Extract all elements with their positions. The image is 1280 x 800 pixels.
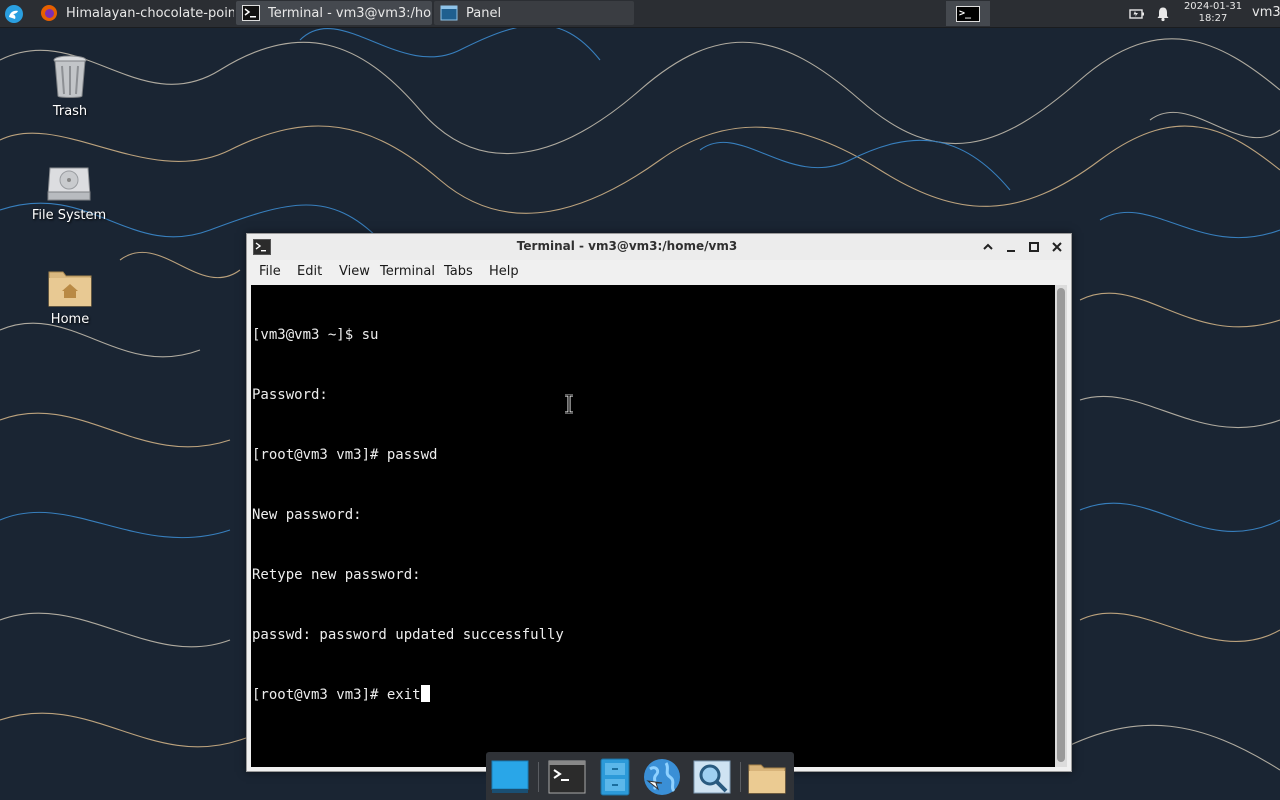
dock xyxy=(486,752,794,800)
terminal-prompt-line: [root@vm3 vm3]# exit xyxy=(252,685,1055,705)
terminal-line: passwd: password updated successfully xyxy=(252,627,564,643)
dock-separator xyxy=(538,762,539,792)
terminal-line: Password: xyxy=(252,387,328,403)
home-folder-icon xyxy=(48,271,92,307)
menu-help[interactable]: Help xyxy=(489,264,519,279)
terminal-line: [root@vm3 vm3]# passwd xyxy=(252,447,438,463)
desktop-icon-trash[interactable]: Trash xyxy=(25,52,115,119)
desktop-icon-home[interactable]: Home xyxy=(25,266,115,327)
close-button[interactable] xyxy=(1049,239,1065,255)
maximize-icon xyxy=(1029,242,1039,252)
file-manager-icon[interactable] xyxy=(595,757,635,797)
menu-terminal[interactable]: Terminal xyxy=(380,264,435,279)
desktop-icon-label: Trash xyxy=(52,104,88,119)
clock-time: 18:27 xyxy=(1198,13,1228,24)
desktop-icon-label: Home xyxy=(50,312,90,327)
chevron-up-icon xyxy=(983,243,993,250)
window-title: Terminal - vm3@vm3:/home/vm3 xyxy=(516,239,738,253)
desktop-icon-file-system[interactable]: File System xyxy=(24,162,114,223)
terminal-icon xyxy=(242,5,260,21)
menu-view[interactable]: View xyxy=(339,264,370,279)
terminal-line: [vm3@vm3 ~]$ su xyxy=(252,327,379,343)
taskbar-item-label: Panel xyxy=(466,5,502,21)
minimize-icon xyxy=(1007,250,1015,252)
terminal-line: Retype new password: xyxy=(252,567,421,583)
terminal-icon: >_ xyxy=(956,5,980,22)
taskbar-item-panel[interactable]: Panel xyxy=(434,1,634,25)
menu-bar: File Edit View Terminal Tabs Help xyxy=(247,260,1071,284)
user-menu[interactable]: vm3 xyxy=(1252,5,1280,20)
ibeam-cursor-icon xyxy=(565,394,573,414)
terminal-line: New password: xyxy=(252,507,362,523)
menu-file[interactable]: File xyxy=(259,264,281,279)
terminal-icon[interactable] xyxy=(547,757,587,797)
terminal-line: [root@vm3 vm3]# exit xyxy=(252,687,421,703)
battery-icon[interactable] xyxy=(1129,6,1145,22)
whisker-menu-icon[interactable] xyxy=(4,4,24,24)
taskbar-item-firefox[interactable]: Himalayan-chocolate-point.... xyxy=(34,1,234,25)
dock-separator xyxy=(740,762,741,792)
terminal-output[interactable]: [vm3@vm3 ~]$ su Password: [root@vm3 vm3]… xyxy=(251,285,1055,767)
taskbar-item-terminal[interactable]: Terminal - vm3@vm3:/ho... xyxy=(236,1,432,25)
minimize-button[interactable] xyxy=(1003,239,1019,255)
tray-terminal-button[interactable]: >_ xyxy=(946,1,990,26)
hard-drive-icon xyxy=(47,167,91,201)
window-titlebar[interactable]: Terminal - vm3@vm3:/home/vm3 xyxy=(247,234,1071,260)
folder-icon[interactable] xyxy=(747,757,787,797)
panel-icon xyxy=(440,5,458,21)
firefox-icon xyxy=(41,5,57,21)
scrollbar-thumb[interactable] xyxy=(1057,288,1065,762)
roll-up-button[interactable] xyxy=(980,239,996,255)
desktop-icon-label: File System xyxy=(31,208,107,223)
text-cursor xyxy=(420,685,430,702)
top-panel: Himalayan-chocolate-point.... Terminal -… xyxy=(0,0,1280,28)
clock-date: 2024-01-31 xyxy=(1183,1,1243,12)
clock[interactable]: 2024-01-31 18:27 xyxy=(1180,0,1246,25)
close-icon xyxy=(1052,242,1062,252)
app-finder-icon[interactable] xyxy=(692,757,732,797)
maximize-button[interactable] xyxy=(1026,239,1042,255)
terminal-window: Terminal - vm3@vm3:/home/vm3 File Edit V… xyxy=(246,233,1072,772)
menu-tabs[interactable]: Tabs xyxy=(444,264,473,279)
web-browser-icon[interactable] xyxy=(642,757,682,797)
notification-bell-icon[interactable] xyxy=(1155,6,1171,22)
menu-edit[interactable]: Edit xyxy=(297,264,322,279)
trash-icon xyxy=(53,55,87,98)
taskbar-item-label: Terminal - vm3@vm3:/ho... xyxy=(268,5,432,21)
show-desktop-icon[interactable] xyxy=(490,757,530,797)
taskbar-item-label: Himalayan-chocolate-point.... xyxy=(66,5,234,21)
terminal-scrollbar[interactable] xyxy=(1055,285,1067,767)
